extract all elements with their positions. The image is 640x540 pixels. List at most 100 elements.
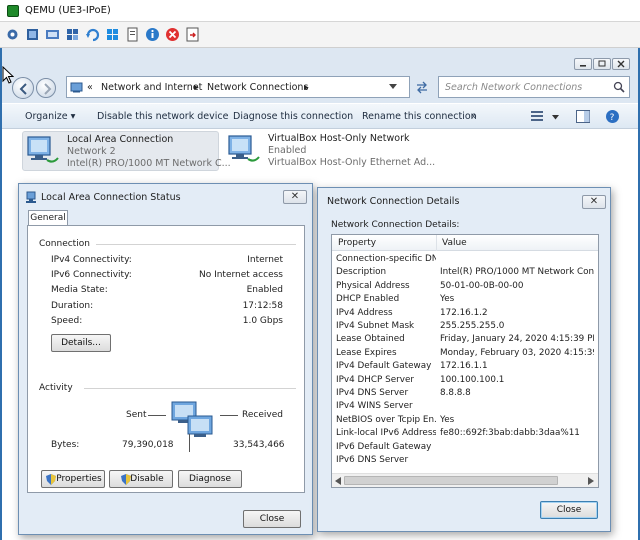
property-cell: IPv4 DHCP Server	[336, 374, 414, 385]
property-cell: IPv4 WINS Server	[336, 401, 413, 412]
manual-icon[interactable]	[124, 26, 141, 43]
table-row[interactable]: IPv6 Default Gateway	[332, 441, 596, 454]
stop-icon[interactable]	[164, 26, 181, 43]
refresh-address-icon[interactable]	[414, 80, 430, 97]
usb-icon[interactable]	[64, 26, 81, 43]
disable-device-command[interactable]: Disable this network device	[97, 111, 228, 122]
disable-button-label: Disable	[130, 474, 164, 484]
table-row[interactable]: Link-local IPv6 Address fe80::692f:3bab:d…	[332, 427, 596, 440]
table-row[interactable]: IPv4 Address 172.16.1.2	[332, 307, 596, 320]
connection-status-icon	[25, 191, 37, 207]
table-row[interactable]: IPv4 Default Gateway 172.16.1.1	[332, 360, 596, 373]
disable-button[interactable]: Disable	[109, 470, 173, 488]
rename-connection-command[interactable]: Rename this connection	[362, 111, 477, 122]
fullscreen-icon[interactable]	[24, 26, 41, 43]
bytes-sent-value: 79,390,018	[122, 440, 174, 450]
table-row[interactable]: IPv4 DHCP Server 100.100.100.1	[332, 374, 596, 387]
horizontal-scrollbar[interactable]	[332, 473, 598, 487]
details-close-button[interactable]: Close	[540, 501, 598, 519]
preview-pane-icon[interactable]	[576, 110, 590, 126]
refresh-icon[interactable]	[84, 26, 101, 43]
duration-value: 17:12:58	[242, 301, 283, 311]
view-options-icon[interactable]	[530, 110, 544, 125]
table-row[interactable]: Connection-specific DN...	[332, 253, 596, 266]
breadcrumb-network-connections[interactable]: Network Connections	[207, 82, 308, 93]
property-cell: Lease Obtained	[336, 334, 405, 345]
windows-logo-icon[interactable]	[104, 26, 121, 43]
breadcrumb-back-chevrons[interactable]: «	[87, 82, 93, 93]
help-icon[interactable]: ?	[605, 109, 620, 127]
bytes-label: Bytes:	[51, 440, 80, 450]
activity-heading: Activity	[39, 383, 73, 393]
search-input[interactable]: Search Network Connections	[438, 76, 630, 98]
view-options-dropdown-icon[interactable]	[552, 113, 559, 123]
property-cell: IPv4 Address	[336, 307, 393, 318]
chevron-down-icon[interactable]	[389, 83, 397, 93]
table-row[interactable]: IPv4 Subnet Mask 255.255.255.0	[332, 320, 596, 333]
screenshot-icon[interactable]	[44, 26, 61, 43]
command-bar: Organize ▾ Disable this network device D…	[2, 103, 638, 129]
property-cell: Description	[336, 267, 387, 278]
details-dialog-close-icon[interactable]: ✕	[582, 195, 606, 209]
adapter-local-area-connection[interactable]: Local Area Connection Network 2 Intel(R)…	[22, 131, 231, 171]
media-state-row: Media State: Enabled	[51, 285, 283, 297]
breadcrumb-network-and-internet[interactable]: Network and Internet	[101, 82, 202, 93]
qemu-toolbar	[0, 22, 640, 48]
ipv4-connectivity-label: IPv4 Connectivity:	[51, 255, 132, 265]
network-folder-icon	[70, 81, 83, 93]
column-property[interactable]: Property	[338, 238, 376, 248]
close-window-button[interactable]	[612, 58, 630, 70]
table-row[interactable]: Description Intel(R) PRO/1000 MT Network …	[332, 266, 596, 279]
diagnose-connection-command[interactable]: Diagnose this connection	[233, 111, 353, 122]
scroll-thumb[interactable]	[344, 476, 558, 485]
diagnose-button[interactable]: Diagnose	[178, 470, 242, 488]
table-row[interactable]: IPv6 DNS Server	[332, 454, 596, 467]
general-tab-panel: Connection IPv4 Connectivity: Internet I…	[27, 225, 305, 493]
maximize-button[interactable]	[593, 58, 611, 70]
value-cell: 172.16.1.1	[440, 361, 488, 372]
organize-menu[interactable]: Organize ▾	[25, 111, 75, 122]
property-cell: IPv4 Default Gateway	[336, 361, 432, 372]
status-dialog-close-icon[interactable]: ✕	[283, 190, 307, 204]
ipv6-connectivity-row: IPv6 Connectivity: No Internet access	[51, 270, 283, 282]
network-adapter-icon	[226, 133, 262, 167]
table-row[interactable]: IPv4 DNS Server 8.8.8.8	[332, 387, 596, 400]
ipv6-connectivity-value: No Internet access	[198, 270, 283, 280]
minimize-button[interactable]	[574, 58, 592, 70]
property-cell: IPv4 DNS Server	[336, 388, 409, 398]
table-row[interactable]: NetBIOS over Tcpip En... Yes	[332, 414, 596, 427]
table-row[interactable]: Physical Address 50-01-00-0B-00-00	[332, 280, 596, 293]
mouse-cursor-icon	[2, 65, 15, 87]
table-row[interactable]: DHCP Enabled Yes	[332, 293, 596, 306]
property-cell: NetBIOS over Tcpip En...	[336, 414, 436, 425]
more-commands-chevron[interactable]: »	[471, 111, 477, 122]
qemu-logo-icon	[7, 5, 19, 17]
forward-button[interactable]	[36, 78, 56, 98]
details-rows: Connection-specific DN... Description Inte…	[332, 253, 598, 469]
value-cell: 50-01-00-0B-00-00	[440, 280, 524, 291]
value-cell: Friday, January 24, 2020 4:15:39 PM	[440, 334, 594, 345]
address-bar[interactable]: « Network and Internet ▸ Network Connect…	[66, 76, 410, 98]
ctrl-alt-del-icon[interactable]	[4, 26, 21, 43]
back-button[interactable]	[12, 77, 34, 99]
qemu-title-bar: QEMU (UE3-IPoE)	[0, 0, 640, 22]
adapter-virtualbox-host-only[interactable]: VirtualBox Host-Only Network Enabled Vir…	[224, 131, 435, 171]
connection-divider	[96, 244, 296, 245]
search-icon[interactable]	[613, 81, 625, 96]
scroll-right-icon[interactable]	[588, 477, 594, 487]
exit-icon[interactable]	[184, 26, 201, 43]
activity-divider	[84, 388, 296, 389]
tab-general[interactable]: General	[28, 210, 68, 226]
column-value[interactable]: Value	[442, 238, 467, 248]
properties-button[interactable]: Properties	[41, 470, 105, 488]
shield-icon	[121, 474, 131, 491]
info-icon[interactable]	[144, 26, 161, 43]
table-row[interactable]: IPv4 WINS Server	[332, 400, 596, 413]
scroll-left-icon[interactable]	[335, 477, 341, 487]
media-state-label: Media State:	[51, 285, 108, 295]
adapter-name: Local Area Connection	[67, 134, 174, 145]
table-row[interactable]: Lease Obtained Friday, January 24, 2020 4…	[332, 333, 596, 346]
status-close-button[interactable]: Close	[243, 510, 301, 528]
details-button[interactable]: Details...	[51, 334, 111, 352]
table-row[interactable]: Lease Expires Monday, February 03, 2020 4…	[332, 347, 596, 360]
